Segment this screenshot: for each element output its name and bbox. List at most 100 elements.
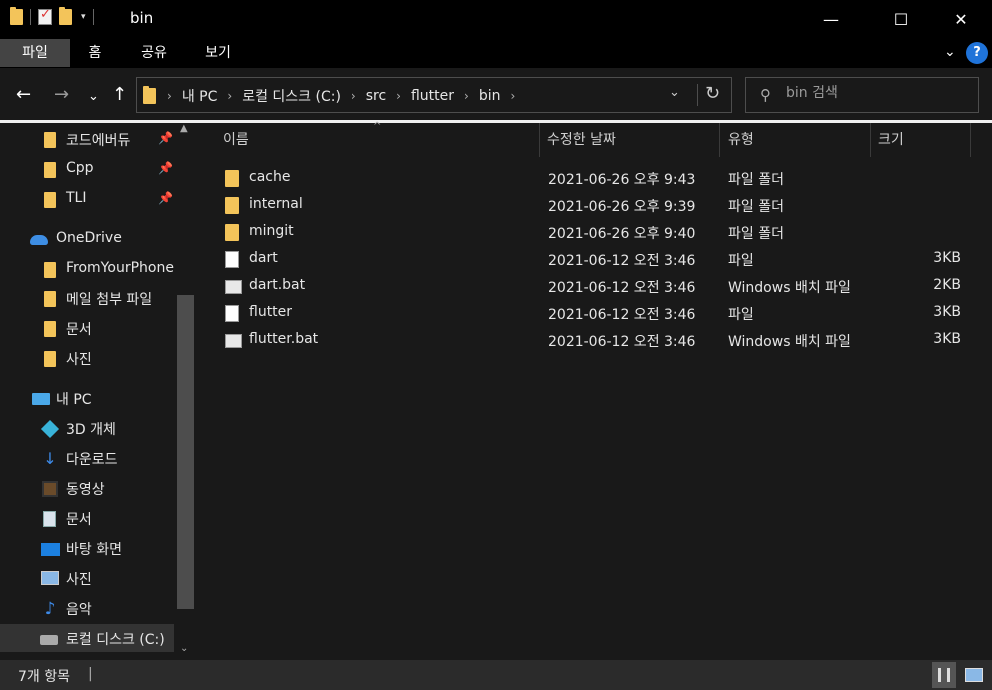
file-list: ^ 이름 수정한 날짜 유형 크기 cache 2021-06-26 오후 9:… [197, 121, 992, 660]
file-row[interactable]: mingit 2021-06-26 오후 9:40 파일 폴더 [221, 219, 971, 246]
nav-item-fromyourphone[interactable]: FromYourPhone [0, 255, 174, 283]
column-divider[interactable] [719, 123, 720, 157]
up-button[interactable]: ↑ [112, 86, 127, 104]
file-type: Windows 배치 파일 [728, 280, 851, 296]
column-header-type[interactable]: 유형 [728, 127, 868, 157]
nav-item-onedrive-documents[interactable]: 문서 [0, 314, 174, 342]
column-header-size[interactable]: 크기 [878, 127, 968, 157]
ribbon-expand-chevron-icon[interactable]: ⌄ [944, 44, 956, 60]
nav-item-label: FromYourPhone [66, 260, 174, 276]
help-icon[interactable]: ? [966, 42, 988, 64]
ribbon-tabs: 파일 홈 공유 보기 ⌄ ? [0, 38, 992, 68]
nav-item-label: 사진 [66, 352, 92, 368]
file-size: 3KB [933, 304, 961, 320]
file-date: 2021-06-26 오후 9:43 [548, 172, 696, 188]
recent-locations-chevron-icon[interactable]: ⌄ [88, 88, 99, 106]
new-folder-icon[interactable] [59, 7, 72, 25]
file-date: 2021-06-12 오전 3:46 [548, 280, 696, 296]
file-row[interactable]: dart 2021-06-12 오전 3:46 파일 3KB [221, 246, 971, 273]
forward-button[interactable]: → [54, 86, 69, 104]
quick-access-toolbar: ▾ [10, 7, 94, 25]
nav-item-label: 3D 개체 [66, 422, 116, 438]
pin-icon[interactable]: 📌 [158, 191, 173, 205]
window-title: bin [130, 9, 154, 27]
nav-item-cpp[interactable]: Cpp 📌 [0, 155, 174, 183]
breadcrumb-separator-icon[interactable]: › [396, 89, 401, 103]
tab-view[interactable]: 보기 [198, 39, 238, 67]
folder-icon [44, 351, 56, 367]
column-divider[interactable] [539, 123, 540, 157]
breadcrumb-local-disk[interactable]: 로컬 디스크 (C:) [242, 86, 341, 106]
onedrive-icon [30, 235, 48, 245]
maximize-button[interactable]: ☐ [878, 0, 924, 38]
address-bar[interactable]: › 내 PC › 로컬 디스크 (C:) › src › flutter › b… [136, 77, 732, 113]
breadcrumb-separator-icon[interactable]: › [351, 89, 356, 103]
nav-item-documents[interactable]: 문서 [0, 504, 174, 532]
file-type: 파일 폴더 [728, 199, 784, 215]
back-button[interactable]: ← [16, 86, 31, 104]
breadcrumb-this-pc[interactable]: 내 PC [182, 86, 218, 106]
search-input[interactable] [786, 85, 966, 101]
status-separator: | [88, 666, 93, 682]
details-view-button[interactable] [932, 662, 956, 688]
customize-toolbar-chevron-icon[interactable]: ▾ [81, 12, 86, 22]
address-history-chevron-icon[interactable]: ⌄ [669, 85, 680, 100]
search-box[interactable]: ⚲ [745, 77, 979, 113]
breadcrumb-separator-icon[interactable]: › [464, 89, 469, 103]
file-icon [225, 251, 239, 268]
breadcrumb-bin[interactable]: bin [479, 88, 501, 104]
tab-home[interactable]: 홈 [80, 39, 110, 67]
file-row[interactable]: cache 2021-06-26 오후 9:43 파일 폴더 [221, 165, 971, 192]
nav-item-codeeverdu[interactable]: 코드에버듀 📌 [0, 125, 174, 153]
nav-item-desktop[interactable]: 바탕 화면 [0, 534, 174, 562]
breadcrumb-src[interactable]: src [366, 88, 386, 104]
scrollbar-thumb[interactable] [177, 295, 194, 609]
large-icons-view-button[interactable] [962, 662, 986, 688]
pin-icon[interactable]: 📌 [158, 161, 173, 175]
nav-item-downloads[interactable]: ↓ 다운로드 [0, 444, 174, 472]
breadcrumb: › 내 PC › 로컬 디스크 (C:) › src › flutter › b… [167, 86, 525, 106]
breadcrumb-flutter[interactable]: flutter [411, 88, 454, 104]
file-row[interactable]: flutter.bat 2021-06-12 오전 3:46 Windows 배… [221, 327, 971, 354]
minimize-button[interactable]: — [808, 0, 854, 38]
nav-item-tli[interactable]: TLI 📌 [0, 185, 174, 213]
pin-icon[interactable]: 📌 [158, 131, 173, 145]
nav-item-onedrive[interactable]: OneDrive [0, 225, 174, 253]
column-divider[interactable] [870, 123, 871, 157]
folder-icon [143, 86, 156, 104]
large-icons-view-icon [965, 668, 983, 682]
properties-icon[interactable] [38, 7, 52, 25]
navpane-scrollbar[interactable]: ▲ ⌄ [174, 123, 197, 660]
pictures-icon [41, 571, 59, 585]
tab-share[interactable]: 공유 [134, 39, 174, 67]
address-divider [697, 84, 698, 106]
file-name: mingit [249, 223, 294, 239]
scroll-down-icon[interactable]: ⌄ [180, 643, 188, 654]
breadcrumb-separator-icon[interactable]: › [227, 89, 232, 103]
downloads-icon: ↓ [43, 449, 57, 468]
file-row[interactable]: dart.bat 2021-06-12 오전 3:46 Windows 배치 파… [221, 273, 971, 300]
refresh-icon[interactable]: ↻ [705, 83, 720, 104]
nav-item-music[interactable]: ♪ 음악 [0, 594, 174, 622]
nav-item-this-pc[interactable]: 내 PC [0, 384, 174, 412]
status-bar: 7개 항목 | [0, 660, 992, 690]
folder-icon [44, 192, 56, 208]
column-header-name[interactable]: 이름 [223, 127, 539, 157]
nav-item-videos[interactable]: 동영상 [0, 474, 174, 502]
column-divider[interactable] [970, 123, 971, 157]
close-button[interactable]: ✕ [938, 0, 984, 38]
nav-item-onedrive-pictures[interactable]: 사진 [0, 344, 174, 372]
nav-item-mail-attachments[interactable]: 메일 첨부 파일 [0, 284, 174, 312]
tab-file[interactable]: 파일 [0, 39, 70, 67]
drive-icon [40, 635, 58, 645]
column-header-date[interactable]: 수정한 날짜 [547, 127, 717, 157]
file-row[interactable]: flutter 2021-06-12 오전 3:46 파일 3KB [221, 300, 971, 327]
breadcrumb-separator-icon[interactable]: › [167, 89, 172, 103]
nav-item-local-disk[interactable]: 로컬 디스크 (C:) [0, 624, 174, 652]
nav-item-pictures[interactable]: 사진 [0, 564, 174, 592]
scroll-up-icon[interactable]: ▲ [180, 123, 188, 134]
file-row[interactable]: internal 2021-06-26 오후 9:39 파일 폴더 [221, 192, 971, 219]
nav-item-3d-objects[interactable]: 3D 개체 [0, 414, 174, 442]
file-type: 파일 폴더 [728, 226, 784, 242]
breadcrumb-separator-icon[interactable]: › [511, 89, 516, 103]
